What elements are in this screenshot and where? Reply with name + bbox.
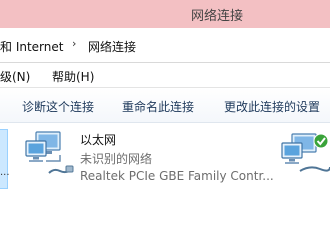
- breadcrumb-parent[interactable]: 和 Internet: [0, 38, 63, 55]
- window-title: 网络连接: [191, 9, 244, 24]
- partial-item-label: ...: [0, 167, 10, 178]
- menu-bar: 高级(N) 帮助(H): [0, 63, 330, 88]
- connection-adapter: Realtek PCIe GBE Family Contr...: [80, 169, 274, 183]
- breadcrumb-separator-icon[interactable]: ›: [72, 37, 76, 50]
- connections-list: ... 以太网 未识别的网络 Realtek PCIe GBE Family C…: [0, 123, 330, 248]
- network-adapter-connected-icon: [281, 133, 330, 172]
- diagnose-connection-button[interactable]: 诊断这个连接: [22, 98, 94, 115]
- breadcrumb-current[interactable]: 网络连接: [88, 38, 136, 55]
- menu-help[interactable]: 帮助(H): [52, 68, 94, 85]
- network-adapter-icon: [25, 131, 61, 162]
- connection-status: 未识别的网络: [80, 152, 153, 166]
- change-connection-settings-button[interactable]: 更改此连接的设置: [224, 98, 320, 115]
- menu-advanced[interactable]: 高级(N): [0, 68, 30, 85]
- title-bar: 网络连接: [0, 0, 330, 28]
- rename-connection-button[interactable]: 重命名此连接: [122, 98, 194, 115]
- selected-connection-item[interactable]: [0, 129, 8, 189]
- connection-name: 以太网: [80, 133, 117, 147]
- address-bar[interactable]: 和 Internet › 网络连接: [0, 28, 330, 63]
- ethernet-cable-icon: [48, 165, 74, 174]
- command-bar: 诊断这个连接 重命名此连接 更改此连接的设置: [0, 88, 330, 123]
